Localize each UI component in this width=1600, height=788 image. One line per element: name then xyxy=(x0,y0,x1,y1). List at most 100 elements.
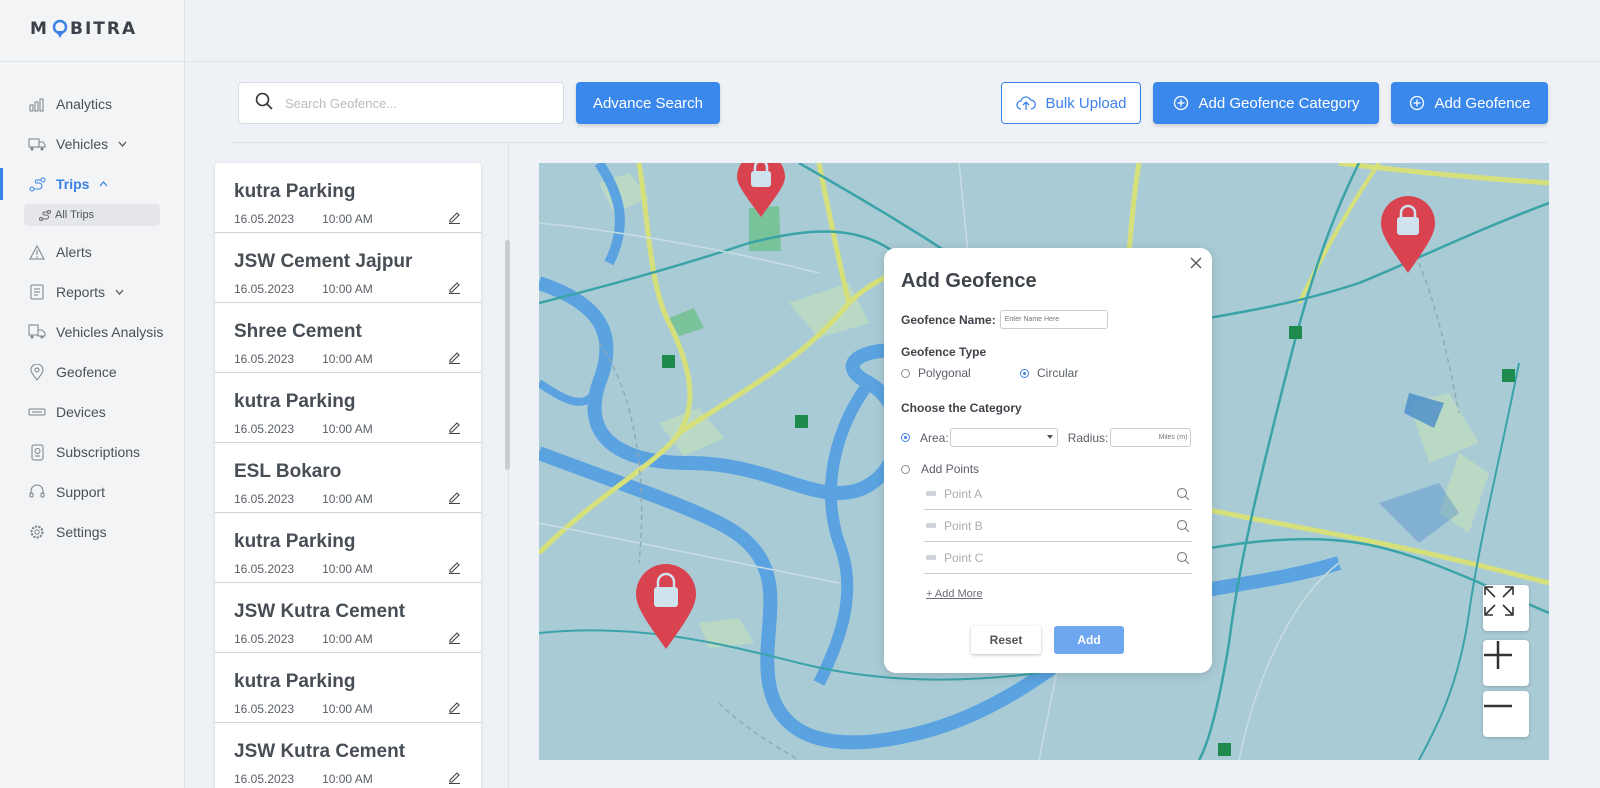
geofence-time: 10:00 AM xyxy=(322,352,373,366)
radio-polygonal[interactable] xyxy=(901,368,910,378)
search-icon xyxy=(255,92,273,115)
edit-icon[interactable] xyxy=(448,351,461,369)
sidebar-subitem-label: All Trips xyxy=(55,209,95,221)
sidebar-item-devices[interactable]: Devices xyxy=(0,392,184,432)
search-box[interactable] xyxy=(238,82,564,124)
area-select[interactable] xyxy=(949,428,1058,447)
sidebar-subitem-all-trips[interactable]: All Trips xyxy=(24,204,160,226)
brand-logo[interactable]: M BITRA xyxy=(30,16,156,45)
sidebar-item-settings[interactable]: Settings xyxy=(0,512,184,552)
bulk-upload-button[interactable]: Bulk Upload xyxy=(1001,82,1141,124)
drag-handle-icon[interactable] xyxy=(926,555,936,560)
zoom-in-button[interactable] xyxy=(1483,640,1529,686)
add-geofence-button[interactable]: Add Geofence xyxy=(1391,82,1548,124)
sidebar-item-label: Geofence xyxy=(56,364,117,380)
edit-icon[interactable] xyxy=(448,211,461,229)
type-polygonal-option[interactable]: Polygonal xyxy=(901,366,971,380)
geofence-list-item[interactable]: JSW Kutra Cement 16.05.2023 10:00 AM xyxy=(215,583,481,653)
add-points-option[interactable]: Add Points xyxy=(901,462,979,476)
edit-icon[interactable] xyxy=(448,771,461,788)
geofence-time: 10:00 AM xyxy=(322,212,373,226)
geofence-list-item[interactable]: Shree Cement 16.05.2023 10:00 AM xyxy=(215,303,481,373)
add-geofence-label: Add Geofence xyxy=(1434,94,1531,112)
add-geofence-modal: Add Geofence Geofence Name: Geofence Typ… xyxy=(884,248,1212,673)
sidebar-item-subscriptions[interactable]: Subscriptions xyxy=(0,432,184,472)
geofence-list[interactable]: kutra Parking 16.05.2023 10:00 AM JSW Cemen… xyxy=(215,163,481,788)
search-icon[interactable] xyxy=(1176,519,1190,536)
route-icon xyxy=(39,209,51,221)
edit-icon[interactable] xyxy=(448,631,461,649)
edit-icon[interactable] xyxy=(448,561,461,579)
close-icon[interactable] xyxy=(1190,256,1202,274)
plus-circle-icon xyxy=(1173,95,1189,111)
geofence-meta: 16.05.2023 10:00 AM xyxy=(234,702,373,716)
geofence-time: 10:00 AM xyxy=(322,562,373,576)
drag-handle-icon[interactable] xyxy=(926,523,936,528)
chevron-down-icon xyxy=(118,139,127,150)
geofence-list-item[interactable]: kutra Parking 16.05.2023 10:00 AM xyxy=(215,373,481,443)
location-pin-icon xyxy=(28,363,46,381)
edit-icon[interactable] xyxy=(448,701,461,719)
drag-handle-icon[interactable] xyxy=(926,491,936,496)
sidebar-item-geofence[interactable]: Geofence xyxy=(0,352,184,392)
point-label: Point A xyxy=(944,486,983,501)
geofence-list-item[interactable]: kutra Parking 16.05.2023 10:00 AM xyxy=(215,653,481,723)
geofence-name-input[interactable] xyxy=(999,310,1108,329)
add-more-link[interactable]: + Add More xyxy=(926,588,983,600)
edit-icon[interactable] xyxy=(448,421,461,439)
geofence-type-label: Geofence Type xyxy=(901,345,987,359)
geofence-list-item[interactable]: kutra Parking 16.05.2023 10:00 AM xyxy=(215,163,481,233)
geofence-date: 16.05.2023 xyxy=(234,632,295,646)
geofence-toolbar: Advance Search Bulk Upload Add Geofence … xyxy=(185,62,1600,142)
sidebar-item-support[interactable]: Support xyxy=(0,472,184,512)
add-button[interactable]: Add xyxy=(1054,626,1124,654)
geofence-meta: 16.05.2023 10:00 AM xyxy=(234,632,373,646)
reset-button[interactable]: Reset xyxy=(971,626,1041,654)
sidebar-item-vehicles[interactable]: Vehicles xyxy=(0,124,184,164)
point-label: Point B xyxy=(944,518,983,533)
geofence-list-item[interactable]: JSW Cement Jajpur 16.05.2023 10:00 AM xyxy=(215,233,481,303)
search-input[interactable] xyxy=(285,95,535,111)
point-a-field[interactable]: Point A xyxy=(924,478,1192,510)
fullscreen-button[interactable] xyxy=(1483,585,1529,631)
sidebar-item-alerts[interactable]: Alerts xyxy=(0,232,184,272)
circular-label: Circular xyxy=(1037,366,1079,380)
device-icon xyxy=(28,403,46,421)
edit-icon[interactable] xyxy=(448,281,461,299)
sidebar-item-reports[interactable]: Reports xyxy=(0,272,184,312)
geofence-time: 10:00 AM xyxy=(322,632,373,646)
geofence-name: kutra Parking xyxy=(234,531,356,552)
geofence-date: 16.05.2023 xyxy=(234,212,295,226)
dropdown-arrow-icon xyxy=(1046,435,1053,442)
geofence-list-item[interactable]: ESL Bokaro 16.05.2023 10:00 AM xyxy=(215,443,481,513)
geofence-date: 16.05.2023 xyxy=(234,422,295,436)
point-b-field[interactable]: Point B xyxy=(924,510,1192,542)
analytics-icon xyxy=(28,95,46,113)
radio-circular[interactable] xyxy=(1020,368,1029,378)
geofence-time: 10:00 AM xyxy=(322,422,373,436)
radio-add-points[interactable] xyxy=(901,464,910,474)
radius-input[interactable] xyxy=(1110,428,1192,447)
cloud-upload-icon xyxy=(1015,95,1036,111)
geofence-list-item[interactable]: kutra Parking 16.05.2023 10:00 AM xyxy=(215,513,481,583)
add-geofence-category-button[interactable]: Add Geofence Category xyxy=(1153,82,1379,124)
edit-icon[interactable] xyxy=(448,491,461,509)
radio-area[interactable] xyxy=(901,433,910,442)
type-circular-option[interactable]: Circular xyxy=(1020,366,1078,380)
search-icon[interactable] xyxy=(1176,487,1190,504)
geofence-name: ESL Bokaro xyxy=(234,461,342,482)
report-icon xyxy=(28,283,46,301)
sidebar-item-analytics[interactable]: Analytics xyxy=(0,84,184,124)
search-icon[interactable] xyxy=(1176,551,1190,568)
advance-search-button[interactable]: Advance Search xyxy=(576,82,720,124)
sidebar-item-trips[interactable]: Trips xyxy=(0,164,184,204)
geofence-time: 10:00 AM xyxy=(322,492,373,506)
sidebar-item-vehicles-analysis[interactable]: Vehicles Analysis xyxy=(0,312,184,352)
point-c-field[interactable]: Point C xyxy=(924,542,1192,574)
sidebar: M BITRA Analytics Vehicles Trips All Tri… xyxy=(0,0,185,788)
zoom-out-button[interactable] xyxy=(1483,691,1529,737)
list-scrollbar[interactable] xyxy=(505,240,510,470)
geofence-date: 16.05.2023 xyxy=(234,492,295,506)
geofence-list-item[interactable]: JSW Kutra Cement 16.05.2023 10:00 AM xyxy=(215,723,481,788)
gear-icon xyxy=(28,523,46,541)
